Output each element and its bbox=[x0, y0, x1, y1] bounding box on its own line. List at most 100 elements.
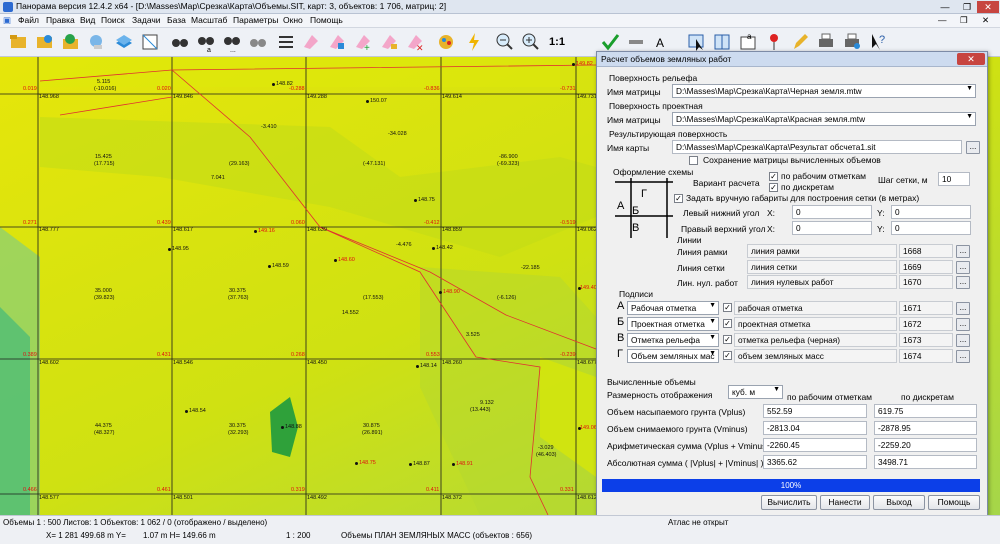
grid-step-field[interactable]: 10 bbox=[938, 172, 970, 186]
grid-select-icon[interactable] bbox=[712, 31, 732, 53]
ll-x-field[interactable]: 0 bbox=[792, 205, 872, 219]
list-icon[interactable] bbox=[276, 31, 296, 53]
caption-work-checkbox[interactable]: ✓ bbox=[723, 303, 732, 312]
binoculars-gray-icon[interactable] bbox=[248, 31, 268, 53]
volume-minus-work[interactable]: -2813.04 bbox=[763, 421, 867, 435]
open-map-icon[interactable] bbox=[8, 31, 28, 53]
lightning-icon[interactable] bbox=[464, 31, 484, 53]
manual-bounds-checkbox[interactable]: ✓ bbox=[674, 194, 683, 203]
caption-design-select[interactable]: Проектная отметка ▼ bbox=[627, 317, 719, 331]
ll-y-field[interactable]: 0 bbox=[891, 205, 971, 219]
line-zero-browse-button[interactable]: ... bbox=[956, 276, 970, 289]
design-matrix-select[interactable]: D:\Masses\Map\Срезка\Карта\Красная земля… bbox=[672, 112, 976, 126]
cursor-select-icon[interactable] bbox=[686, 31, 706, 53]
volume-sum-discrete[interactable]: -2259.20 bbox=[874, 438, 977, 452]
menu-search[interactable]: Поиск bbox=[101, 15, 125, 25]
result-map-field[interactable]: D:\Masses\Map\Срезка\Карта\Результат обс… bbox=[672, 140, 962, 154]
menu-scale[interactable]: Масштаб bbox=[191, 15, 227, 25]
menu-edit[interactable]: Правка bbox=[46, 15, 75, 25]
caption-relief-checkbox[interactable]: ✓ bbox=[723, 335, 732, 344]
maximize-icon[interactable]: ❐ bbox=[956, 1, 978, 13]
select-frame-icon[interactable] bbox=[140, 31, 160, 53]
label-icon[interactable]: A bbox=[652, 31, 672, 53]
volume-plus-discrete[interactable]: 619.75 bbox=[874, 404, 977, 418]
dialog-title-bar[interactable]: Расчет объемов земляных работ ✕ bbox=[597, 52, 987, 67]
pin-icon[interactable] bbox=[764, 31, 784, 53]
caption-relief-select[interactable]: Отметка рельефа ▼ bbox=[627, 333, 719, 347]
binoculars-icon[interactable] bbox=[170, 31, 190, 53]
volume-abs-discrete[interactable]: 3498.71 bbox=[874, 455, 977, 469]
child-minimize-icon[interactable]: — bbox=[938, 15, 947, 25]
menu-file[interactable]: Файл bbox=[18, 15, 39, 25]
ur-x-field[interactable]: 0 bbox=[792, 221, 872, 235]
menu-window[interactable]: Окно bbox=[283, 15, 303, 25]
relief-matrix-select[interactable]: D:\Masses\Map\Срезка\Карта\Черная земля.… bbox=[672, 84, 976, 98]
caption-design-field[interactable]: проектная отметка bbox=[734, 317, 897, 331]
volume-plus-work[interactable]: 552.59 bbox=[763, 404, 867, 418]
caption-volume-field[interactable]: объем земляных масс bbox=[734, 349, 897, 363]
menu-tasks[interactable]: Задачи bbox=[132, 15, 161, 25]
child-restore-icon[interactable]: ❐ bbox=[960, 15, 968, 26]
move-object-icon[interactable] bbox=[378, 31, 398, 53]
exit-button[interactable]: Выход bbox=[873, 495, 925, 510]
ur-y-field[interactable]: 0 bbox=[891, 221, 971, 235]
menu-base[interactable]: База bbox=[167, 15, 186, 25]
add-object-icon[interactable]: + bbox=[352, 31, 372, 54]
menu-app-icon[interactable]: ▣ bbox=[3, 15, 11, 26]
line-grid-browse-button[interactable]: ... bbox=[956, 261, 970, 274]
units-select[interactable]: куб. м ▼ bbox=[728, 385, 783, 399]
text-edit-icon[interactable]: a bbox=[738, 31, 758, 53]
by-work-marks-checkbox[interactable]: ✓ bbox=[769, 172, 778, 181]
caption-volume-checkbox[interactable]: ✓ bbox=[723, 351, 732, 360]
menu-params[interactable]: Параметры bbox=[233, 15, 278, 25]
menu-view[interactable]: Вид bbox=[80, 15, 95, 25]
menu-help[interactable]: Помощь bbox=[310, 15, 343, 25]
caption-work-select[interactable]: Рабочая отметка ▼ bbox=[627, 301, 719, 315]
caption-work-browse-button[interactable]: ... bbox=[956, 302, 970, 315]
caption-relief-field[interactable]: отметка рельефа (черная) bbox=[734, 333, 897, 347]
open-folder-icon[interactable] bbox=[34, 31, 54, 53]
child-close-icon[interactable]: ✕ bbox=[982, 15, 989, 26]
caption-volume-browse-button[interactable]: ... bbox=[956, 350, 970, 363]
caption-design-checkbox[interactable]: ✓ bbox=[723, 319, 732, 328]
help-cursor-icon[interactable]: ? bbox=[868, 31, 888, 53]
caption-design-browse-button[interactable]: ... bbox=[956, 318, 970, 331]
volume-minus-discrete[interactable]: -2878.95 bbox=[874, 421, 977, 435]
zoom-out-icon[interactable] bbox=[494, 31, 514, 53]
by-discrete-checkbox[interactable]: ✓ bbox=[769, 183, 778, 192]
caption-volume-select[interactable]: Объем земляных мас ▼ bbox=[627, 349, 719, 363]
binoculars-a-icon[interactable]: a bbox=[196, 31, 216, 54]
tools-icon[interactable] bbox=[626, 31, 646, 53]
apply-button[interactable]: Нанести bbox=[820, 495, 870, 510]
delete-object-icon[interactable]: ✕ bbox=[404, 31, 424, 53]
calculate-button[interactable]: Вычислить bbox=[761, 495, 817, 510]
minimize-icon[interactable]: — bbox=[934, 1, 956, 13]
cell-label: -3.410 bbox=[261, 124, 277, 130]
network-icon[interactable] bbox=[86, 31, 106, 53]
binoculars-dots-icon[interactable]: ... bbox=[222, 31, 242, 54]
palette-icon[interactable] bbox=[436, 31, 456, 53]
line-grid-field[interactable]: линия сетки bbox=[747, 260, 897, 274]
erase-object-icon[interactable] bbox=[300, 31, 320, 53]
caption-work-field[interactable]: рабочая отметка bbox=[734, 301, 897, 315]
line-zero-field[interactable]: линия нулевых работ bbox=[747, 275, 897, 289]
volume-sum-work[interactable]: -2260.45 bbox=[763, 438, 867, 452]
result-map-browse-button[interactable]: ... bbox=[966, 141, 980, 154]
line-frame-browse-button[interactable]: ... bbox=[956, 245, 970, 258]
save-matrix-checkbox[interactable] bbox=[689, 156, 698, 165]
layers-icon[interactable] bbox=[114, 31, 134, 53]
zoom-in-icon[interactable] bbox=[520, 31, 540, 53]
print-preview-icon[interactable] bbox=[842, 31, 862, 53]
pencil-icon[interactable] bbox=[790, 31, 810, 53]
globe-folder-icon[interactable] bbox=[60, 31, 80, 53]
help-button[interactable]: Помощь bbox=[928, 495, 980, 510]
check-icon[interactable] bbox=[600, 31, 620, 53]
caption-relief-browse-button[interactable]: ... bbox=[956, 334, 970, 347]
edit-object-icon[interactable] bbox=[326, 31, 346, 53]
close-icon[interactable]: ✕ bbox=[977, 1, 999, 13]
scale-1-1-button[interactable]: 1:1 bbox=[546, 31, 568, 53]
volume-abs-work[interactable]: 3365.62 bbox=[763, 455, 867, 469]
dialog-close-icon[interactable]: ✕ bbox=[957, 53, 985, 65]
print-icon[interactable] bbox=[816, 31, 836, 53]
line-frame-field[interactable]: линия рамки bbox=[747, 244, 897, 258]
